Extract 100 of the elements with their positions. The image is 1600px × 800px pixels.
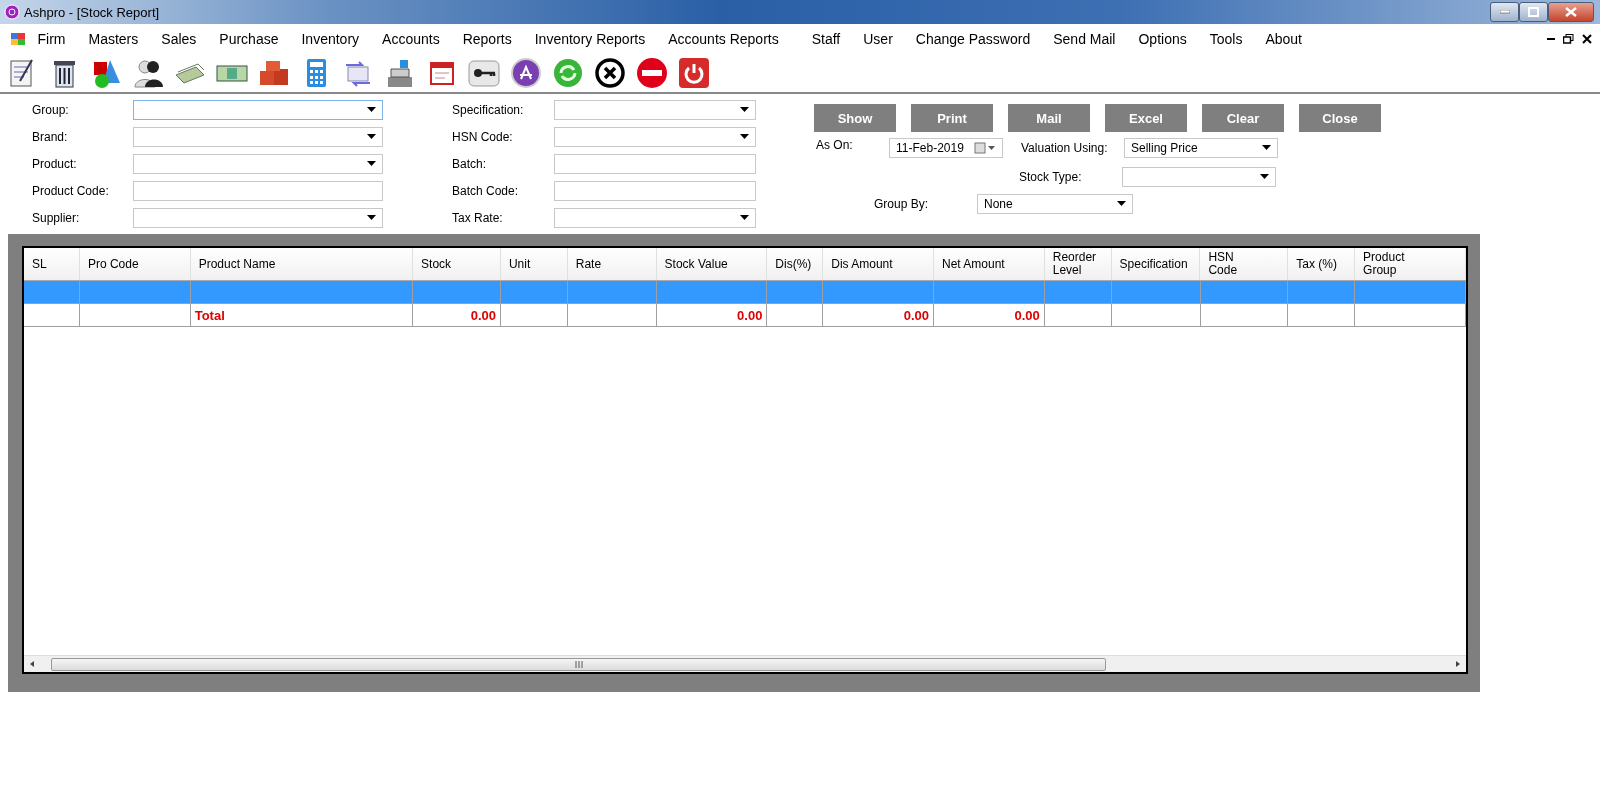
- menu-item[interactable]: Tools: [1198, 31, 1254, 47]
- column-header[interactable]: Reorder Level: [1044, 248, 1112, 280]
- dropdown-arrow-icon: [367, 161, 376, 166]
- menu-item[interactable]: Send Mail: [1041, 31, 1127, 47]
- dropdown-field[interactable]: Selling Price: [1124, 137, 1278, 158]
- dropdown-field[interactable]: [1122, 166, 1276, 187]
- dropdown-field[interactable]: None: [977, 193, 1133, 214]
- column-header[interactable]: Product Group: [1355, 248, 1466, 280]
- menu-item[interactable]: Staff: [800, 31, 852, 47]
- field-label: Valuation Using:: [1021, 140, 1109, 155]
- table-cell: 0.00: [1014, 307, 1040, 323]
- table-row[interactable]: Total 0.00 0.00 0.00 0.00: [24, 304, 1466, 327]
- toolbar-button[interactable]: Show: [814, 104, 896, 132]
- users-icon[interactable]: [132, 57, 164, 89]
- dropdown-value: Selling Price: [1131, 140, 1198, 155]
- field-label: Product Code:: [32, 183, 110, 198]
- dropdown-field[interactable]: [554, 99, 756, 120]
- horizontal-scrollbar[interactable]: [24, 655, 1466, 672]
- dropdown-arrow-icon: [367, 107, 376, 112]
- toolbar-button[interactable]: Clear: [1202, 104, 1284, 132]
- field-label: As On:: [815, 138, 854, 152]
- dropdown-arrow-icon: [1117, 201, 1126, 206]
- maximize-icon: [1528, 7, 1539, 17]
- menu-item[interactable]: Inventory: [290, 31, 371, 47]
- column-header[interactable]: Unit: [500, 248, 568, 280]
- input-field[interactable]: [554, 153, 756, 174]
- close-button[interactable]: [1548, 2, 1594, 22]
- minimize-icon: [1499, 10, 1510, 14]
- menu-item[interactable]: Options: [1127, 31, 1199, 47]
- dropdown-arrow-icon: [1262, 145, 1271, 150]
- no-entry-icon[interactable]: [636, 57, 668, 89]
- menu-item[interactable]: Inventory Reports: [523, 31, 657, 47]
- column-header[interactable]: Tax (%): [1288, 248, 1356, 280]
- dropdown-field[interactable]: [133, 153, 383, 174]
- maximize-button[interactable]: [1519, 2, 1548, 22]
- field-label: Tax Rate:: [452, 210, 504, 225]
- toolbar-button[interactable]: Close: [1299, 104, 1381, 132]
- toolbar-button[interactable]: Excel: [1105, 104, 1187, 132]
- column-header[interactable]: Rate: [567, 248, 657, 280]
- field-label: Batch:: [452, 156, 488, 171]
- column-header[interactable]: SL: [24, 248, 80, 280]
- field-label: Specification:: [452, 102, 525, 117]
- column-header[interactable]: Pro Code: [79, 248, 191, 280]
- scroll-left-icon[interactable]: [29, 660, 35, 668]
- dropdown-arrow-icon: [367, 215, 376, 220]
- column-header[interactable]: Product Name: [190, 248, 414, 280]
- column-header[interactable]: Specification: [1111, 248, 1201, 280]
- minimize-button[interactable]: [1490, 2, 1519, 22]
- dropdown-field[interactable]: [554, 126, 756, 147]
- window-title: Ashpro - [Stock Report]: [24, 4, 160, 20]
- close-icon[interactable]: [1582, 34, 1592, 44]
- minimize-icon[interactable]: [1547, 37, 1555, 41]
- power-icon[interactable]: [678, 57, 710, 89]
- menu-item[interactable]: About: [1253, 31, 1314, 47]
- field-label: HSN Code:: [452, 129, 514, 144]
- column-header[interactable]: Stock Value: [656, 248, 768, 280]
- cancel-icon[interactable]: [594, 57, 626, 89]
- calendar-icon[interactable]: [974, 141, 996, 154]
- input-field[interactable]: [133, 180, 383, 201]
- menu-item[interactable]: Reports: [451, 31, 524, 47]
- dropdown-field[interactable]: [554, 207, 756, 228]
- column-header[interactable]: Net Amount: [933, 248, 1045, 280]
- menu-item[interactable]: Accounts: [370, 31, 452, 47]
- column-header[interactable]: Stock: [413, 248, 501, 280]
- menu-item[interactable]: Accounts Reports: [656, 31, 791, 47]
- menu-item[interactable]: User: [851, 31, 905, 47]
- field-label: Brand:: [32, 129, 69, 144]
- restore-icon[interactable]: [1563, 34, 1574, 44]
- app-store-icon[interactable]: [510, 57, 542, 89]
- field-label: Supplier:: [32, 210, 81, 225]
- menu-item[interactable]: Sales: [149, 31, 208, 47]
- scroll-right-icon[interactable]: [1455, 660, 1461, 668]
- date-field[interactable]: 11-Feb-2019: [889, 137, 1003, 158]
- dropdown-arrow-icon: [1260, 174, 1269, 179]
- close-icon: [1565, 7, 1577, 17]
- dropdown-arrow-icon: [367, 134, 376, 139]
- input-field[interactable]: [554, 180, 756, 201]
- dropdown-field[interactable]: [133, 99, 383, 120]
- menu-item[interactable]: Change Password: [904, 31, 1042, 47]
- field-label: Batch Code:: [452, 183, 520, 198]
- column-header[interactable]: Dis Amount: [823, 248, 934, 280]
- table-cell: 0.00: [737, 307, 763, 323]
- key-icon[interactable]: [468, 57, 500, 89]
- dropdown-arrow-icon: [740, 134, 749, 139]
- column-header[interactable]: Dis(%): [767, 248, 824, 280]
- table-cell: 0.00: [903, 307, 930, 323]
- toolbar-button[interactable]: Print: [911, 104, 993, 132]
- table-cell: Total: [194, 307, 225, 323]
- dropdown-field[interactable]: [133, 126, 383, 147]
- refresh-icon[interactable]: [552, 57, 584, 89]
- toolbar-button[interactable]: Mail: [1008, 104, 1090, 132]
- menu-item[interactable]: Firm: [26, 31, 77, 47]
- table-cell: 0.00: [470, 307, 496, 323]
- menu-item[interactable]: Masters: [77, 31, 150, 47]
- column-header[interactable]: HSN Code: [1200, 248, 1289, 280]
- menu-item[interactable]: Purchase: [207, 31, 290, 47]
- date-value: 11-Feb-2019: [896, 140, 964, 155]
- form-icon[interactable]: [10, 31, 26, 47]
- field-label: Group By:: [874, 196, 930, 211]
- dropdown-field[interactable]: [133, 207, 383, 228]
